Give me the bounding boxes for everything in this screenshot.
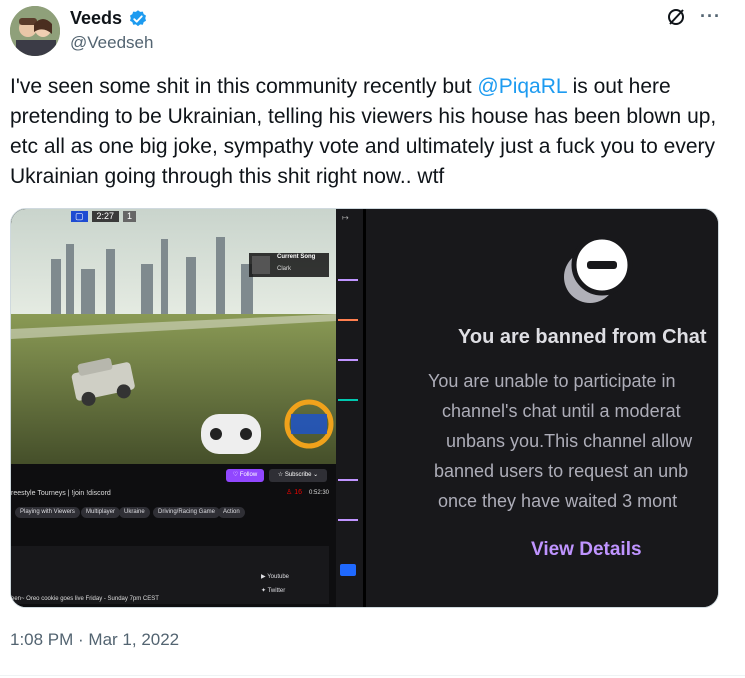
chat-badge-icon: [340, 564, 356, 576]
ban-message-line: once they have waited 3 mont: [438, 491, 678, 511]
collapse-chat-icon[interactable]: ↦: [342, 213, 349, 222]
grok-icon[interactable]: [666, 7, 686, 27]
author-handle[interactable]: @Veedseh: [70, 33, 153, 53]
viewer-count: ♙ 16: [286, 489, 303, 496]
viewer-count-value: 16: [294, 489, 303, 496]
uptime: 0:52:30: [309, 490, 330, 496]
chat-strip: ↦: [336, 209, 363, 607]
current-song-artist: Clark: [277, 266, 292, 272]
ban-message-line: channel's chat until a moderat: [442, 401, 681, 421]
chat-ban-screenshot[interactable]: You are banned from Chat You are unable …: [366, 209, 718, 607]
more-options-icon[interactable]: ···: [700, 6, 721, 27]
divider: [0, 675, 745, 676]
album-art-icon: [252, 256, 270, 274]
tag-ukraine[interactable]: Ukraine: [119, 507, 150, 518]
game-scene: ▢ 2:27 1 Current Song Clark: [11, 209, 336, 464]
twitter-label: Twitter: [267, 588, 286, 594]
mention-link[interactable]: @PiqaRL: [477, 75, 566, 98]
display-name[interactable]: Veeds: [70, 8, 122, 29]
panel-footer-text: een~ Oreo cookie goes live Friday - Sund…: [11, 596, 159, 602]
tweet-text-part: I've seen some shit in this community re…: [10, 75, 478, 98]
chat-message-marker: [338, 399, 358, 401]
hud-score: 2:27: [91, 211, 120, 222]
chat-message-marker: [338, 359, 358, 361]
ban-message-line: You are unable to participate in: [428, 371, 676, 391]
current-song-overlay: Current Song Clark: [249, 253, 329, 277]
about-panel: ▶ Youtube ✦ Twitter een~ Oreo cookie goe…: [11, 546, 329, 604]
tweet-text: I've seen some shit in this community re…: [10, 72, 728, 192]
view-details-button[interactable]: View Details: [531, 539, 642, 561]
current-song-title: Current Song: [277, 254, 316, 260]
ban-title: You are banned from Chat: [458, 326, 707, 348]
stream-title: reestyle Tourneys | !join !discord: [11, 490, 111, 497]
chat-message-marker: [338, 479, 358, 481]
ban-message-line: unbans you.This channel allow: [446, 431, 693, 451]
youtube-label: Youtube: [267, 574, 289, 580]
tweet-timestamp[interactable]: 1:08 PM · Mar 1, 2022: [10, 630, 179, 650]
chat-message-marker: [338, 519, 358, 521]
ban-message-line: banned users to request an unb: [434, 461, 689, 481]
tag-driving-racing-game[interactable]: Driving/Racing Game: [153, 507, 221, 518]
verified-badge-icon: [130, 9, 147, 26]
tag-multiplayer[interactable]: Multiplayer: [81, 507, 121, 518]
chat-message-marker: [338, 279, 358, 281]
tag-action[interactable]: Action: [218, 507, 245, 518]
youtube-link[interactable]: ▶ Youtube: [261, 573, 289, 580]
follow-label: Follow: [239, 472, 258, 478]
header-actions: ···: [666, 6, 721, 27]
author-display: Veeds: [70, 8, 153, 29]
stream-screenshot[interactable]: ▢ 2:27 1 Current Song Clark ♡ Follow ☆ S…: [11, 209, 363, 607]
subscribe-label: Subscribe: [284, 472, 312, 478]
banned-icon: [564, 234, 633, 303]
avatar[interactable]: [10, 6, 60, 56]
twitter-link[interactable]: ✦ Twitter: [261, 587, 285, 594]
hud-count: 1: [123, 211, 137, 222]
author-names: Veeds @Veedseh: [70, 8, 153, 53]
follow-button[interactable]: ♡ Follow: [226, 469, 264, 482]
subscribe-button[interactable]: ☆ Subscribe ⌄: [269, 469, 327, 482]
chat-message-marker: [338, 319, 358, 321]
hud-bar: ▢ 2:27 1: [71, 211, 137, 222]
tweet-media[interactable]: ▢ 2:27 1 Current Song Clark ♡ Follow ☆ S…: [10, 208, 719, 608]
tag-playing-with-viewers[interactable]: Playing with Viewers: [15, 507, 80, 518]
tweet-header: Veeds @Veedseh ···: [10, 6, 735, 58]
